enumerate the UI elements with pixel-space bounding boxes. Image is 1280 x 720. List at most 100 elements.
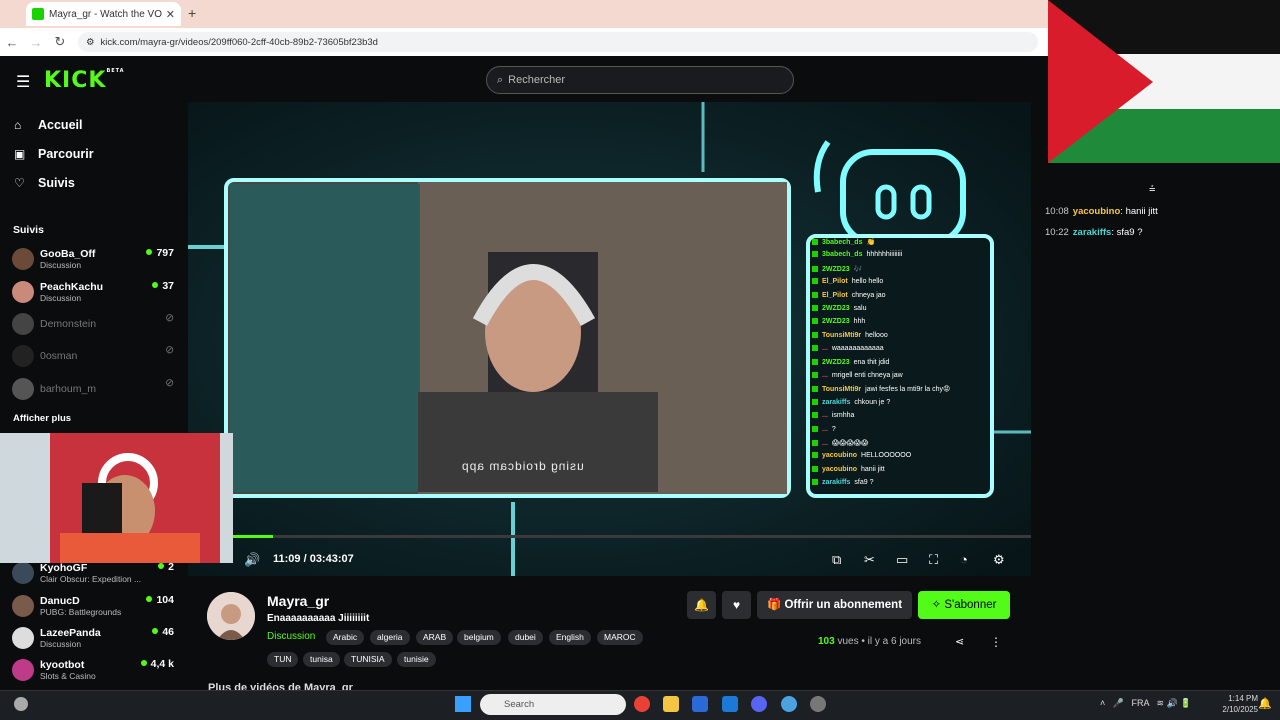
playback-speed-icon[interactable]: ◔: [960, 552, 968, 567]
system-tray[interactable]: ˄ 🎤 FRA ≋ 🔊 🔋: [1100, 698, 1191, 709]
gift-sub-button[interactable]: 🎁 Offrir un abonnement: [757, 591, 912, 619]
overlay-chat-text: hellooo: [865, 331, 888, 339]
fullscreen-icon[interactable]: ⛶: [929, 552, 938, 568]
overlay-chat-text: 🎶: [853, 265, 863, 273]
channel-name: Demonstein: [40, 318, 97, 330]
browser-tab[interactable]: Mayra_gr - Watch the VOD on K ✕: [26, 2, 181, 26]
chrome-icon[interactable]: [634, 696, 650, 712]
tag-chip[interactable]: tunisa: [303, 652, 340, 667]
file-explorer-icon[interactable]: [663, 696, 679, 712]
miniplayer-icon[interactable]: ⧉: [832, 552, 841, 568]
following-item[interactable]: GooBa_Off Discussion 797: [12, 244, 178, 274]
theater-mode-icon[interactable]: ▭: [896, 552, 908, 568]
chat-panel: ⩮ 10:08 yacoubino: hanii jitt 10:22 zaraki…: [1031, 163, 1280, 690]
tag-chip[interactable]: MAROC: [597, 630, 643, 645]
kick-badge-icon: [812, 386, 818, 393]
forward-icon[interactable]: →: [24, 35, 48, 50]
chat-scroll-icon[interactable]: ⩮: [1149, 183, 1155, 196]
kick-badge-icon: [812, 465, 818, 472]
nav-parcourir[interactable]: ▣ Parcourir: [0, 139, 188, 168]
clip-icon[interactable]: ✂: [864, 552, 875, 568]
viewer-count: 104: [146, 594, 174, 606]
overlay-chat-line: El_Pilot chneya jao: [812, 291, 886, 299]
clock[interactable]: 1:14 PM 2/10/2025: [1210, 693, 1258, 715]
notification-icon[interactable]: 🔔: [1258, 697, 1272, 710]
windows-start-icon[interactable]: [455, 696, 471, 712]
more-options-icon[interactable]: ⋮: [990, 635, 1002, 649]
following-item[interactable]: barhoum_m ⊘: [12, 374, 178, 404]
tag-chip[interactable]: Arabic: [326, 630, 365, 645]
overlay-chat-text: sfa9 ?: [854, 479, 874, 487]
url-field[interactable]: ⚙ kick.com/mayra-gr/videos/209ff060-2cff…: [78, 32, 1038, 52]
chat-user[interactable]: zarakiffs: [1073, 227, 1112, 238]
overlay-chat-text: hello hello: [851, 278, 884, 286]
notification-bell-button[interactable]: 🔔: [687, 591, 716, 619]
settings-gear-icon[interactable]: ⚙: [993, 552, 1005, 568]
follow-button[interactable]: ♥: [722, 591, 751, 619]
new-tab-button[interactable]: +: [188, 5, 196, 21]
subscribe-button[interactable]: ✧ S'abonner: [918, 591, 1010, 619]
nav-accueil[interactable]: ⌂ Accueil: [0, 110, 188, 139]
channel-name: GooBa_Off: [40, 247, 96, 260]
app-icon[interactable]: [810, 696, 826, 712]
subscribe-label: S'abonner: [944, 599, 997, 611]
tag-chip[interactable]: tunisie: [397, 652, 436, 667]
nav-suivis[interactable]: ♡ Suivis: [0, 168, 188, 197]
kick-badge-icon: [812, 479, 818, 486]
outlook-icon[interactable]: [722, 696, 738, 712]
channel-avatar[interactable]: [207, 592, 255, 640]
chat-user[interactable]: yacoubino: [1073, 206, 1121, 217]
tag-chip[interactable]: TUNISIA: [344, 652, 392, 667]
overlay-chat-line: yacoubino HELLOOOOOO: [812, 452, 911, 459]
store-icon[interactable]: [692, 696, 708, 712]
progress-bar[interactable]: [233, 535, 1031, 538]
share-icon[interactable]: ⋖: [955, 635, 964, 648]
chrome-profile-icon[interactable]: [781, 696, 797, 712]
taskbar-search[interactable]: Search: [480, 694, 626, 715]
volume-icon[interactable]: 🔊: [244, 552, 260, 568]
chat-time: 10:22: [1045, 227, 1069, 238]
tag-chip[interactable]: English: [549, 630, 591, 645]
following-item[interactable]: PeachKachu Discussion 37: [12, 277, 178, 307]
following-item[interactable]: kyootbot Slots & Casino 4,4 k: [12, 655, 178, 685]
viewer-count: 37: [152, 280, 174, 292]
close-tab-icon[interactable]: ✕: [166, 8, 175, 21]
tag-chip[interactable]: ARAB: [416, 630, 454, 645]
viewer-count: 797: [146, 247, 174, 259]
overlay-chat-user: TounsiMti9r: [822, 331, 862, 339]
view-stats: 103 vues • il y a 6 jours: [818, 636, 921, 647]
home-icon: ⌂: [14, 117, 22, 132]
hamburger-menu-icon[interactable]: ☰: [16, 72, 30, 92]
discord-icon[interactable]: [751, 696, 767, 712]
following-item[interactable]: Demonstein ⊘: [12, 309, 178, 339]
show-more-link[interactable]: Afficher plus: [13, 413, 71, 424]
following-item[interactable]: LazeePanda Discussion 46: [12, 623, 178, 653]
following-item[interactable]: 0osman ⊘: [12, 341, 178, 371]
kick-logo[interactable]: KICKBETA: [44, 68, 125, 93]
tag-chip[interactable]: dubei: [508, 630, 543, 645]
tag-chip[interactable]: belgium: [457, 630, 501, 645]
kick-badge-icon: [812, 345, 818, 352]
kick-badge-icon: [812, 358, 818, 365]
nav-label: Parcourir: [38, 146, 94, 161]
overlay-chat-user: El_Pilot: [822, 291, 848, 299]
category-link[interactable]: Discussion: [267, 631, 315, 642]
channel-name: DanucD: [40, 594, 80, 607]
overlay-chat-text: mrigell enti chneya jaw: [831, 372, 903, 379]
overlay-chat-line: ...?: [812, 425, 836, 433]
channel-name[interactable]: Mayra_gr: [267, 593, 329, 609]
search-input[interactable]: ⌕ Rechercher: [486, 66, 794, 94]
site-info-icon[interactable]: ⚙: [86, 37, 95, 48]
channel-name: PeachKachu: [40, 280, 104, 293]
chat-text: hanii jitt: [1125, 206, 1158, 217]
channel-category: Clair Obscur: Expedition ...: [40, 573, 142, 584]
reload-icon[interactable]: ↻: [48, 34, 72, 50]
back-icon[interactable]: ←: [0, 35, 24, 50]
overlay-chat-line: ... waaaaaaaaaaaa: [812, 345, 884, 352]
tag-chip[interactable]: algeria: [370, 630, 410, 645]
following-item[interactable]: DanucD PUBG: Battlegrounds 104: [12, 591, 178, 621]
tag-chip[interactable]: TUN: [267, 652, 299, 667]
widgets-icon[interactable]: [14, 697, 28, 711]
overlay-chat-user: El_Pilot: [822, 278, 848, 286]
overlay-chat-line: zarakiffs chkoun je ?: [812, 398, 890, 406]
